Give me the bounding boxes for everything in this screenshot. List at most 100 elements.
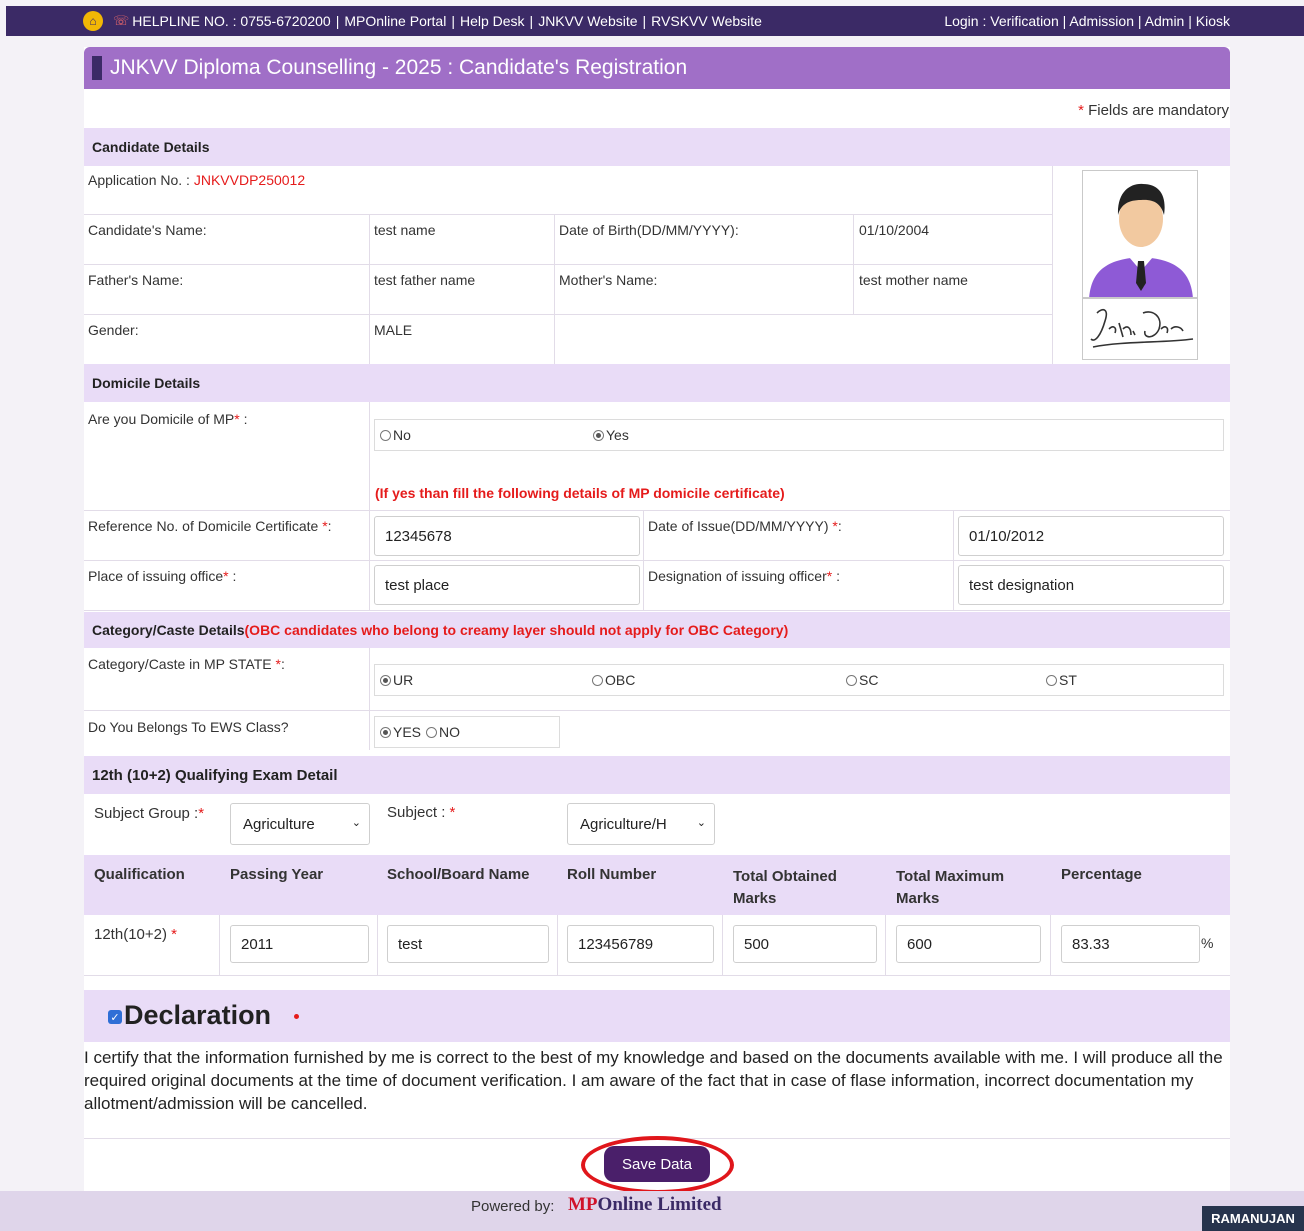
domicile-ref-input[interactable]: 12345678 bbox=[374, 516, 640, 556]
caste-label: Category/Caste in MP STATE *: bbox=[88, 656, 285, 672]
required-dot bbox=[294, 1014, 299, 1019]
maximum-marks-input[interactable]: 600 bbox=[896, 925, 1041, 963]
caste-radio-ur[interactable]: UR bbox=[380, 672, 413, 688]
col-roll-number: Roll Number bbox=[567, 866, 657, 883]
ews-radio-no[interactable]: NO bbox=[426, 724, 460, 740]
caste-radio-st[interactable]: ST bbox=[1046, 672, 1077, 688]
domicile-issue-date-input[interactable]: 01/10/2012 bbox=[958, 516, 1224, 556]
chevron-down-icon: ⌄ bbox=[351, 817, 361, 829]
father-name-label: Father's Name: bbox=[88, 272, 184, 288]
mother-name-value: test mother name bbox=[859, 272, 968, 288]
link-rvskvv-website[interactable]: RVSKVV Website bbox=[651, 13, 762, 29]
issuing-officer-label: Designation of issuing officer* : bbox=[648, 568, 840, 584]
phone-icon: ☏ bbox=[113, 13, 130, 28]
title-marker bbox=[92, 56, 102, 80]
gender-label: Gender: bbox=[88, 322, 139, 338]
subject-group-select[interactable]: Agriculture ⌄ bbox=[230, 803, 370, 845]
subject-select[interactable]: Agriculture/H ⌄ bbox=[567, 803, 715, 845]
issuing-office-label: Place of issuing office* : bbox=[88, 568, 237, 584]
caste-radio-sc[interactable]: SC bbox=[846, 672, 878, 688]
qualification-value: 12th(10+2) * bbox=[94, 926, 177, 943]
domicile-radio-yes[interactable]: Yes bbox=[593, 427, 629, 443]
section-exam-details: 12th (10+2) Qualifying Exam Detail bbox=[84, 756, 1230, 794]
col-passing-year: Passing Year bbox=[230, 866, 324, 883]
powered-by-text: Powered by: bbox=[471, 1198, 555, 1215]
link-help-desk[interactable]: Help Desk bbox=[460, 13, 525, 29]
subject-label: Subject : * bbox=[387, 804, 456, 821]
school-board-input[interactable]: test bbox=[387, 925, 549, 963]
page-title: JNKVV Diploma Counselling - 2025 : Candi… bbox=[110, 56, 688, 79]
home-icon[interactable]: ⌂ bbox=[83, 11, 103, 31]
section-domicile-details: Domicile Details bbox=[84, 364, 1230, 402]
caste-radio-obc[interactable]: OBC bbox=[592, 672, 635, 688]
candidate-name-label: Candidate's Name: bbox=[88, 222, 207, 238]
mponline-logo: MPOnline Limited bbox=[568, 1194, 722, 1215]
mandatory-note: * Fields are mandatory bbox=[1078, 102, 1229, 119]
dob-label: Date of Birth(DD/MM/YYYY): bbox=[559, 222, 739, 238]
domicile-note: (If yes than fill the following details … bbox=[375, 485, 785, 501]
radio-unchecked-icon bbox=[426, 726, 437, 738]
application-no-value: JNKVVDP250012 bbox=[193, 172, 306, 188]
section-candidate-details: Candidate Details bbox=[84, 128, 1230, 166]
domicile-ref-label: Reference No. of Domicile Certificate *: bbox=[88, 518, 332, 534]
link-kiosk[interactable]: Kiosk bbox=[1196, 13, 1230, 29]
col-maximum-marks: Total Maximum Marks bbox=[896, 868, 1005, 907]
domicile-question: Are you Domicile of MP* : bbox=[88, 411, 248, 427]
percent-sign: % bbox=[1201, 935, 1214, 951]
col-school-board: School/Board Name bbox=[387, 866, 530, 883]
col-percentage: Percentage bbox=[1061, 866, 1142, 883]
highlight-circle bbox=[581, 1136, 734, 1194]
checkbox-checked-icon[interactable]: ✓ bbox=[108, 1010, 122, 1024]
radio-checked-icon bbox=[380, 726, 391, 738]
login-links: Login : Verification | Admission | Admin… bbox=[944, 13, 1230, 29]
domicile-radio-group bbox=[374, 419, 1224, 451]
father-name-value: test father name bbox=[374, 272, 476, 288]
link-admin[interactable]: Admin bbox=[1145, 13, 1185, 29]
category-note: (OBC candidates who belong to creamy lay… bbox=[244, 622, 789, 638]
subject-group-label: Subject Group :* bbox=[94, 805, 205, 822]
roll-number-input[interactable]: 123456789 bbox=[567, 925, 714, 963]
helpline-text: HELPLINE NO. : 0755-6720200 bbox=[132, 13, 331, 29]
ews-label: Do You Belongs To EWS Class? bbox=[88, 719, 289, 735]
col-obtained-marks: Total Obtained Marks bbox=[733, 868, 837, 907]
radio-checked-icon bbox=[593, 429, 604, 441]
dob-value: 01/10/2004 bbox=[859, 222, 930, 238]
link-admission[interactable]: Admission bbox=[1069, 13, 1134, 29]
radio-checked-icon bbox=[380, 674, 391, 686]
candidate-name-value: test name bbox=[374, 222, 436, 238]
caste-radio-group bbox=[374, 664, 1224, 696]
radio-unchecked-icon bbox=[592, 674, 603, 686]
footer: Powered by: MPOnline Limited bbox=[0, 1191, 1304, 1231]
exam-table-header bbox=[84, 855, 1230, 915]
issuing-officer-input[interactable]: test designation bbox=[958, 565, 1224, 605]
link-mponline-portal[interactable]: MPOnline Portal bbox=[344, 13, 446, 29]
domicile-issue-date-label: Date of Issue(DD/MM/YYYY) *: bbox=[648, 518, 842, 534]
login-label: Login : bbox=[944, 13, 987, 29]
declaration-text: I certify that the information furnished… bbox=[84, 1048, 1223, 1113]
radio-unchecked-icon bbox=[846, 674, 857, 686]
domicile-radio-no[interactable]: No bbox=[380, 427, 411, 443]
candidate-signature bbox=[1082, 298, 1198, 360]
user-badge: RAMANUJAN bbox=[1202, 1206, 1304, 1231]
radio-unchecked-icon bbox=[1046, 674, 1057, 686]
gender-value: MALE bbox=[374, 322, 413, 338]
avatar-icon bbox=[1083, 171, 1197, 297]
application-no: Application No. : JNKVVDP250012 bbox=[88, 172, 306, 188]
top-navigation-bar: ⌂ ☏ HELPLINE NO. : 0755-6720200 | MPOnli… bbox=[6, 6, 1304, 36]
section-category-details: Category/Caste Details (OBC candidates wh… bbox=[84, 612, 1230, 648]
col-qualification: Qualification bbox=[94, 866, 185, 883]
page-title-bar: JNKVV Diploma Counselling - 2025 : Candi… bbox=[84, 47, 1230, 89]
obtained-marks-input[interactable]: 500 bbox=[733, 925, 877, 963]
ews-radio-yes[interactable]: YES bbox=[380, 724, 421, 740]
issuing-office-input[interactable]: test place bbox=[374, 565, 640, 605]
signature-image bbox=[1090, 308, 1194, 348]
radio-unchecked-icon bbox=[380, 429, 391, 441]
declaration-title: Declaration bbox=[124, 1000, 272, 1030]
link-verification[interactable]: Verification bbox=[990, 13, 1058, 29]
candidate-photo bbox=[1082, 170, 1198, 298]
passing-year-input[interactable]: 2011 bbox=[230, 925, 369, 963]
link-jnkvv-website[interactable]: JNKVV Website bbox=[538, 13, 637, 29]
percentage-input[interactable]: 83.33 bbox=[1061, 925, 1200, 963]
mother-name-label: Mother's Name: bbox=[559, 272, 658, 288]
top-links: HELPLINE NO. : 0755-6720200 | MPOnline P… bbox=[132, 13, 762, 29]
